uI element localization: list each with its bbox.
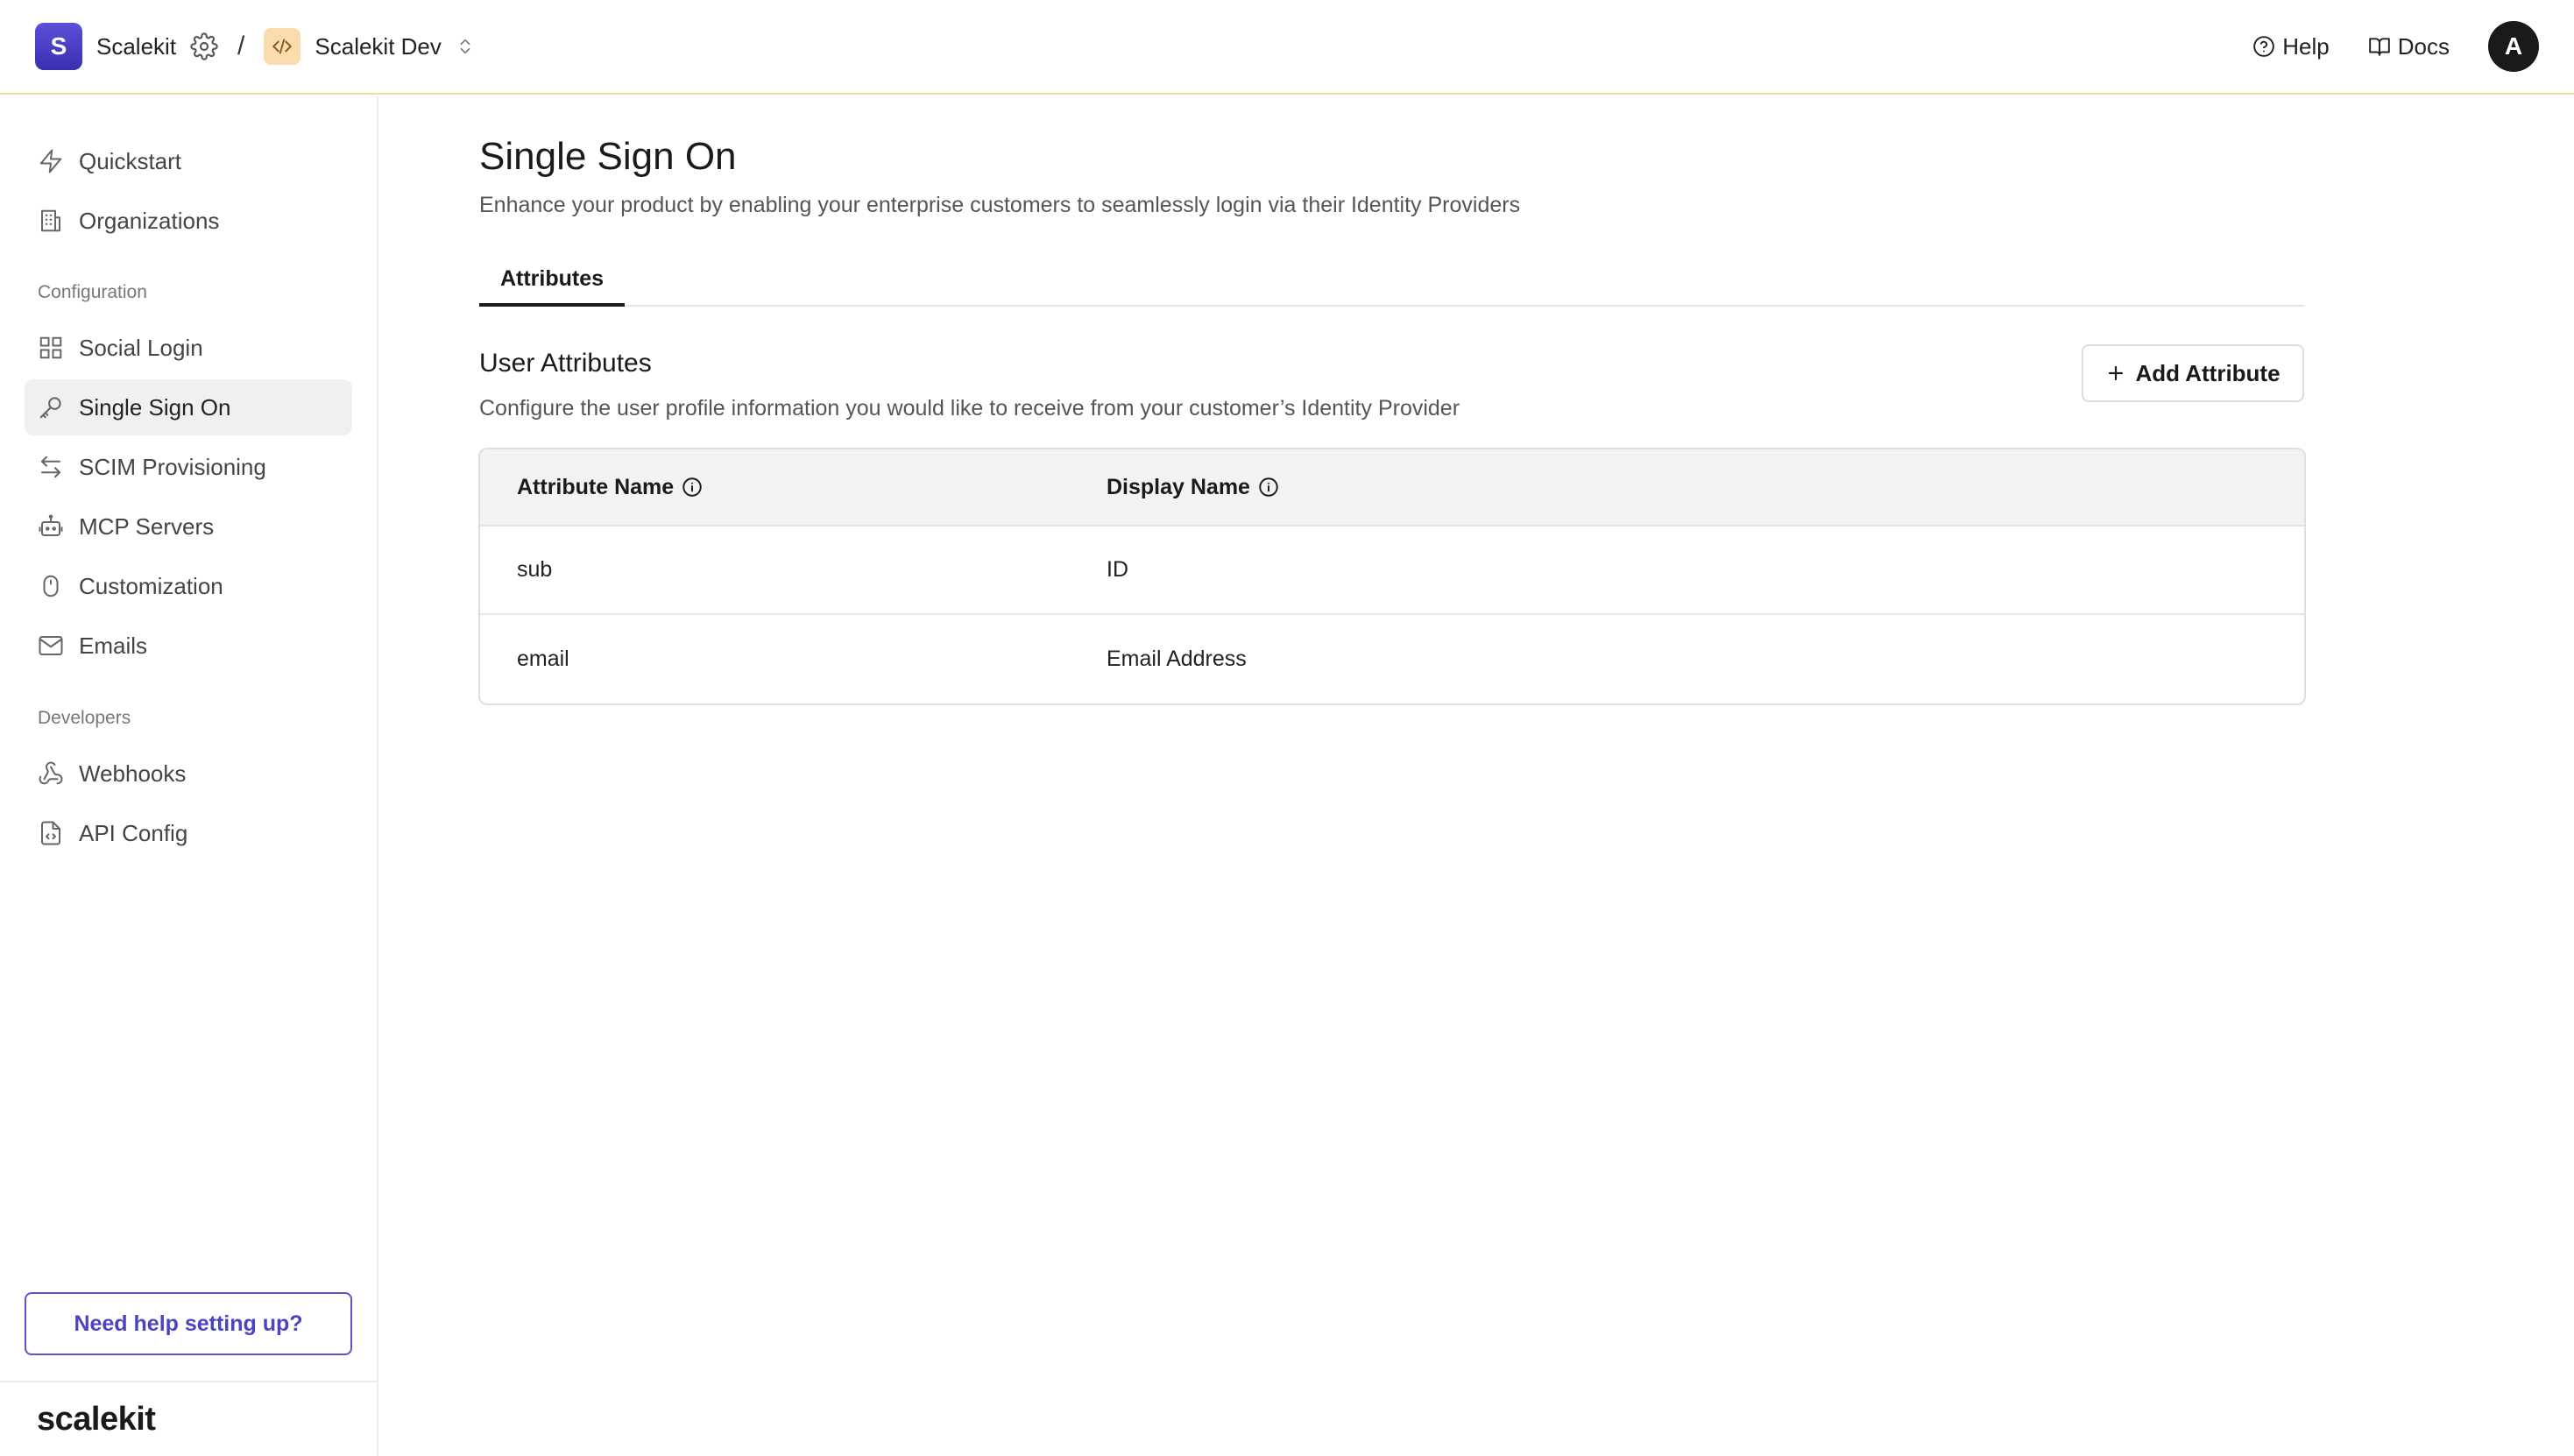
sidebar-item-label: Emails — [79, 632, 148, 659]
gear-icon[interactable] — [190, 32, 218, 60]
sidebar-item-customization[interactable]: Customization — [25, 558, 352, 614]
table-header: Attribute Name Display Name — [480, 449, 2304, 527]
help-label: Help — [2282, 32, 2330, 60]
workspace-name[interactable]: Scalekit — [96, 33, 176, 60]
key-icon — [37, 393, 65, 421]
section-title: User Attributes — [479, 349, 652, 378]
grid-icon — [37, 334, 65, 362]
sidebar-item-organizations[interactable]: Organizations — [25, 193, 352, 249]
section-label-configuration: Configuration — [38, 282, 147, 302]
header-left: S Scalekit / Scalekit Dev — [35, 23, 475, 70]
attributes-table: Attribute Name Display Name sub ID email… — [478, 448, 2306, 705]
docs-label: Docs — [2397, 32, 2450, 60]
user-avatar[interactable]: A — [2488, 21, 2539, 72]
help-circle-icon — [2252, 35, 2282, 58]
section-subtitle: Configure the user profile information y… — [479, 396, 1460, 421]
sidebar-item-label: Social Login — [79, 334, 203, 361]
sidebar-item-mcp-servers[interactable]: MCP Servers — [25, 498, 352, 555]
tab-attributes[interactable]: Attributes — [479, 254, 625, 307]
info-icon[interactable] — [674, 476, 704, 498]
table-row[interactable]: sub ID — [480, 527, 2304, 615]
cell-display-name: ID — [1107, 557, 1128, 582]
sidebar-item-single-sign-on[interactable]: Single Sign On — [25, 379, 352, 435]
header-right: Help Docs A — [2252, 21, 2539, 72]
help-link[interactable]: Help — [2252, 32, 2330, 60]
mouse-icon — [37, 572, 65, 600]
arrows-swap-icon — [37, 453, 65, 481]
column-header-label: Display Name — [1107, 474, 1250, 499]
cell-display-name: Email Address — [1107, 647, 1247, 671]
file-code-icon — [37, 819, 65, 847]
sidebar: Quickstart Organizations Configuration S… — [0, 96, 378, 1456]
sidebar-item-social-login[interactable]: Social Login — [25, 320, 352, 376]
column-header-attribute-name: Attribute Name — [517, 475, 704, 500]
sidebar-item-quickstart[interactable]: Quickstart — [25, 133, 352, 189]
plus-icon — [2105, 363, 2135, 384]
sidebar-item-label: SCIM Provisioning — [79, 453, 266, 480]
sidebar-item-label: Organizations — [79, 207, 220, 234]
sidebar-item-label: MCP Servers — [79, 512, 215, 540]
sidebar-footer: scalekit — [0, 1381, 377, 1456]
sidebar-item-api-config[interactable]: API Config — [25, 805, 352, 861]
info-icon[interactable] — [1250, 476, 1280, 498]
building-icon — [37, 207, 65, 235]
need-help-button[interactable]: Need help setting up? — [25, 1292, 352, 1355]
robot-icon — [37, 512, 65, 541]
page-title: Single Sign On — [479, 135, 737, 178]
sidebar-item-label: API Config — [79, 819, 188, 846]
breadcrumb-separator: / — [237, 32, 245, 60]
cell-attribute-name: sub — [517, 557, 553, 582]
add-attribute-label: Add Attribute — [2135, 359, 2281, 386]
section-label-developers: Developers — [38, 708, 131, 728]
page-subtitle: Enhance your product by enabling your en… — [479, 193, 1521, 217]
top-header: S Scalekit / Scalekit Dev Help Docs A — [0, 0, 2574, 95]
sidebar-item-label: Single Sign On — [79, 393, 231, 421]
sidebar-item-emails[interactable]: Emails — [25, 618, 352, 674]
webhook-icon — [37, 760, 65, 788]
add-attribute-button[interactable]: Add Attribute — [2082, 344, 2304, 402]
tab-bar: Attributes — [479, 254, 2305, 307]
docs-link[interactable]: Docs — [2368, 33, 2450, 60]
chevron-up-down-icon[interactable] — [456, 35, 475, 58]
workspace-logo[interactable]: S — [35, 23, 82, 70]
mail-icon — [37, 632, 65, 660]
sidebar-item-scim-provisioning[interactable]: SCIM Provisioning — [25, 439, 352, 495]
environment-name[interactable]: Scalekit Dev — [315, 33, 442, 60]
sidebar-item-label: Quickstart — [79, 147, 182, 174]
table-row[interactable]: email Email Address — [480, 615, 2304, 703]
code-icon[interactable] — [264, 28, 301, 65]
brand-wordmark: scalekit — [37, 1400, 156, 1438]
sidebar-item-label: Customization — [79, 572, 223, 599]
column-header-display-name: Display Name — [1107, 475, 1280, 500]
cell-attribute-name: email — [517, 647, 569, 671]
bolt-icon — [37, 147, 65, 175]
sidebar-item-webhooks[interactable]: Webhooks — [25, 746, 352, 802]
book-open-icon — [2368, 35, 2398, 58]
column-header-label: Attribute Name — [517, 474, 675, 499]
sidebar-item-label: Webhooks — [79, 760, 187, 787]
